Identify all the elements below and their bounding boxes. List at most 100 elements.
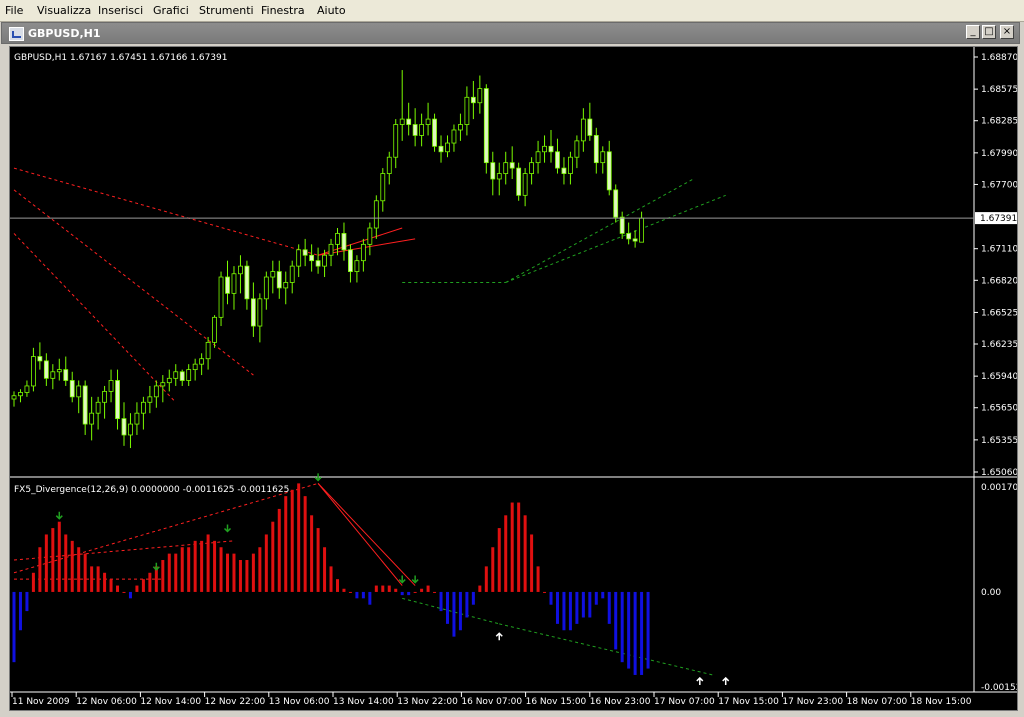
- menu-aiuto[interactable]: Aiuto: [317, 4, 346, 17]
- menu-grafici[interactable]: Grafici: [153, 4, 189, 17]
- candle: [231, 266, 237, 310]
- time-tick-label: 12 Nov 14:00: [140, 697, 201, 707]
- candle: [328, 238, 334, 267]
- candle-body: [613, 189, 619, 218]
- histogram-bar: [18, 591, 22, 631]
- candle: [367, 222, 373, 256]
- price-tick-label: 1.65060: [981, 468, 1017, 478]
- candle: [276, 260, 282, 299]
- candle-body: [574, 140, 580, 158]
- candle: [11, 391, 17, 407]
- histogram-bar: [245, 560, 249, 592]
- histogram-bar: [12, 591, 16, 663]
- menu-visualizza[interactable]: Visualizza: [37, 4, 91, 17]
- candle: [205, 336, 211, 370]
- indicator-header: FX5_Divergence(12,26,9) 0.0000000 -0.001…: [14, 485, 289, 495]
- histogram-bar: [549, 591, 553, 605]
- candle: [619, 211, 625, 239]
- minimize-button[interactable]: _: [966, 25, 980, 39]
- candle: [289, 260, 295, 294]
- candle-body: [147, 396, 153, 403]
- time-tick-label: 13 Nov 14:00: [333, 697, 394, 707]
- histogram-bar: [213, 540, 217, 592]
- candle-body: [445, 142, 450, 153]
- histogram-bar: [51, 528, 55, 592]
- menu-strumenti[interactable]: Strumenti: [199, 4, 254, 17]
- histogram-bar: [497, 528, 501, 592]
- candle: [153, 380, 159, 408]
- menu-file[interactable]: File: [5, 4, 23, 17]
- price-chart-svg[interactable]: 1.68870 1.68575 1.68285 1.67990 1.67700 1.671…: [10, 47, 1017, 710]
- candle-body: [24, 385, 30, 393]
- candle: [147, 385, 153, 414]
- candle-body: [225, 276, 230, 294]
- histogram-bar: [381, 585, 385, 592]
- candle: [76, 380, 82, 414]
- indicator-tick-label: 0.00: [981, 588, 1001, 598]
- time-tick-label: 16 Nov 23:00: [590, 697, 651, 707]
- time-tick-label: 17 Nov 07:00: [654, 697, 715, 707]
- histogram-bar: [484, 566, 488, 592]
- histogram-bar: [627, 591, 631, 669]
- candle: [490, 151, 496, 196]
- menu-inserisci[interactable]: Inserisci: [98, 4, 143, 17]
- histogram-bar: [226, 553, 230, 592]
- chart-window-titlebar[interactable]: GBPUSD,H1 _ □ ×: [1, 22, 1020, 44]
- close-button[interactable]: ×: [1000, 25, 1014, 39]
- sell-arrow-icon: [223, 524, 232, 533]
- histogram-bar: [407, 591, 411, 596]
- histogram-bar: [251, 553, 255, 592]
- chart-area[interactable]: 1.68870 1.68575 1.68285 1.67990 1.67700 1.671…: [9, 46, 1018, 711]
- candle: [580, 108, 586, 152]
- price-tick-label: 1.65940: [981, 372, 1017, 382]
- histogram-bar: [374, 585, 378, 592]
- histogram-bar: [109, 579, 113, 592]
- histogram-bar: [510, 502, 514, 592]
- candle: [315, 247, 321, 274]
- candle-body: [166, 377, 172, 384]
- histogram-bar: [167, 553, 171, 592]
- time-tick-label: 13 Nov 06:00: [269, 697, 330, 707]
- candle: [160, 375, 166, 403]
- price-tick-label: 1.66235: [981, 340, 1017, 350]
- candle: [121, 402, 127, 446]
- histogram-bar: [38, 547, 42, 592]
- time-tick-label: 18 Nov 15:00: [911, 697, 972, 707]
- histogram-bar: [297, 483, 301, 592]
- histogram-bar: [323, 547, 327, 592]
- candle-body: [600, 151, 606, 164]
- candle: [89, 396, 95, 441]
- price-tick-label: 1.68575: [981, 85, 1017, 95]
- candle-body: [522, 173, 528, 196]
- candle-body: [367, 227, 373, 245]
- candle-body: [580, 118, 586, 142]
- candle: [529, 157, 534, 185]
- candle-body: [153, 385, 159, 398]
- menu-finestra[interactable]: Finestra: [261, 4, 305, 17]
- histogram-bar: [568, 591, 572, 631]
- candle: [496, 162, 502, 196]
- time-tick-label: 16 Nov 15:00: [526, 697, 587, 707]
- histogram-bar: [394, 588, 398, 592]
- candle: [438, 135, 444, 163]
- histogram-bar: [614, 591, 618, 650]
- candle-body: [542, 145, 547, 153]
- price-tick-label: 1.66525: [981, 308, 1017, 318]
- histogram-bar: [478, 585, 482, 592]
- candle-body: [432, 118, 437, 147]
- candle: [63, 356, 69, 386]
- candle: [128, 413, 133, 449]
- histogram-bar: [258, 547, 262, 592]
- candle: [218, 271, 224, 327]
- time-tick-label: 12 Nov 06:00: [76, 697, 137, 707]
- candle-body: [134, 412, 140, 425]
- histogram-bar: [284, 496, 288, 592]
- histogram-bar: [187, 547, 191, 592]
- candle-body: [393, 124, 399, 158]
- indicator-axis-labels: 0.001706 0.00 -0.00152: [981, 483, 1017, 693]
- histogram-bar: [504, 515, 508, 592]
- candle-body: [626, 233, 632, 240]
- bullish-divergence-line: [505, 178, 694, 283]
- maximize-button[interactable]: □: [982, 25, 996, 39]
- candle-body: [425, 118, 431, 125]
